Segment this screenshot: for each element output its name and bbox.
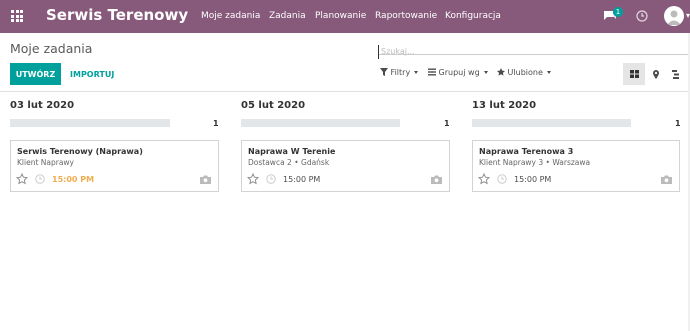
- list-icon: [428, 68, 436, 76]
- star-icon[interactable]: [478, 173, 490, 185]
- task-card[interactable]: Naprawa W Terenie Dostawca 2 • Gdańsk 15…: [241, 140, 450, 192]
- task-card[interactable]: Naprawa Terenowa 3 Klient Naprawy 3 • Wa…: [472, 140, 680, 192]
- column-count: 1: [444, 119, 450, 128]
- camera-icon[interactable]: [200, 175, 211, 184]
- column-title: 13 lut 2020: [472, 100, 537, 111]
- user-icon: [667, 10, 681, 25]
- task-title: Serwis Terenowy (Naprawa): [17, 147, 143, 156]
- task-customer: Dostawca 2 • Gdańsk: [248, 158, 330, 167]
- control-panel-divider: [0, 91, 690, 92]
- clock-icon[interactable]: [497, 174, 507, 184]
- task-time: 15:00 PM: [52, 175, 95, 184]
- star-icon[interactable]: [16, 173, 28, 185]
- menu-item-configuration[interactable]: Konfiguracja: [445, 11, 501, 21]
- menu-item-tasks[interactable]: Zadania: [269, 11, 306, 21]
- map-view-button[interactable]: [645, 63, 667, 85]
- filter-icon: [380, 68, 388, 76]
- group-by-label: Grupuj wg: [438, 68, 480, 77]
- gantt-icon: [672, 69, 679, 79]
- kanban-view-button[interactable]: [623, 63, 645, 85]
- camera-icon[interactable]: [661, 175, 672, 184]
- task-customer: Klient Naprawy: [17, 158, 74, 167]
- import-button[interactable]: IMPORTUJ: [66, 63, 118, 85]
- menu-item-planning[interactable]: Planowanie: [315, 11, 366, 21]
- column-title: 05 lut 2020: [241, 100, 306, 111]
- column-count: 1: [213, 119, 219, 128]
- task-time: 15:00 PM: [283, 175, 321, 184]
- clock-icon[interactable]: [35, 174, 45, 184]
- task-time: 15:00 PM: [514, 175, 552, 184]
- task-title: Naprawa Terenowa 3: [479, 147, 574, 156]
- column-progress-bar: [472, 119, 631, 127]
- map-marker-icon: [653, 69, 659, 79]
- group-by-dropdown[interactable]: Grupuj wg: [428, 68, 488, 77]
- task-title: Naprawa W Terenie: [248, 147, 336, 156]
- create-button[interactable]: UTWÓRZ: [10, 63, 61, 85]
- search-bar: [378, 39, 690, 59]
- filters-dropdown[interactable]: Filtry: [380, 68, 419, 77]
- menu-item-reporting[interactable]: Raportowanie: [375, 11, 437, 21]
- gantt-view-button[interactable]: [665, 63, 687, 85]
- top-navbar: Serwis Terenowy Moje zadania Zadania Pla…: [0, 0, 690, 33]
- task-customer: Klient Naprawy 3 • Warszawa: [479, 158, 591, 167]
- clock-icon[interactable]: [266, 174, 276, 184]
- camera-icon[interactable]: [431, 175, 442, 184]
- avatar[interactable]: [664, 6, 684, 26]
- caret-down-icon: [483, 71, 488, 74]
- star-icon: [497, 68, 505, 76]
- breadcrumb: Moje zadania: [10, 41, 93, 56]
- apps-grid-icon[interactable]: [11, 10, 23, 22]
- chevron-down-icon[interactable]: ▾: [686, 11, 690, 20]
- task-card[interactable]: Serwis Terenowy (Naprawa) Klient Naprawy…: [10, 140, 219, 192]
- filters-label: Filtry: [390, 68, 411, 77]
- favorites-label: Ulubione: [507, 68, 543, 77]
- menu-item-my-tasks[interactable]: Moje zadania: [201, 11, 260, 21]
- chat-count-badge: 1: [613, 7, 623, 17]
- clock-icon[interactable]: [636, 10, 648, 22]
- caret-down-icon: [546, 71, 551, 74]
- favorites-dropdown[interactable]: Ulubione: [497, 68, 551, 77]
- search-input[interactable]: [378, 44, 678, 59]
- kanban-icon: [629, 70, 639, 78]
- column-progress-bar: [10, 119, 170, 127]
- caret-down-icon: [414, 71, 419, 74]
- column-title: 03 lut 2020: [10, 100, 75, 111]
- column-count: 1: [675, 119, 681, 128]
- app-brand[interactable]: Serwis Terenowy: [46, 6, 188, 24]
- star-icon[interactable]: [247, 173, 259, 185]
- column-progress-bar: [241, 119, 400, 127]
